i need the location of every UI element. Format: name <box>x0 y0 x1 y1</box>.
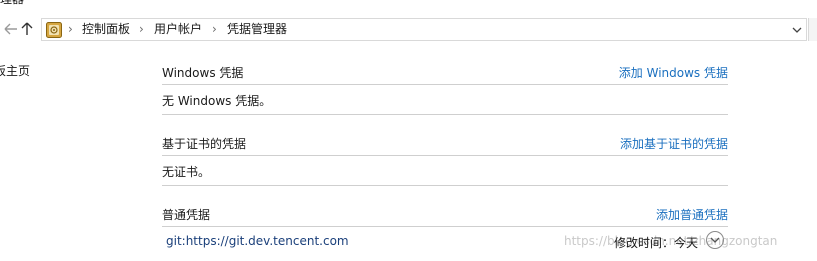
section-title: 基于证书的凭据 <box>162 137 247 151</box>
address-dropdown-button[interactable] <box>790 20 804 39</box>
section-title: Windows 凭据 <box>162 66 244 80</box>
chevron-down-icon <box>710 237 720 243</box>
add-windows-credential-link[interactable]: 添加 Windows 凭据 <box>619 64 728 81</box>
generic-credentials-header: 普通凭据 添加普通凭据 <box>162 204 728 227</box>
breadcrumb-separator: › <box>139 22 144 36</box>
expand-credential-button[interactable] <box>706 231 724 249</box>
breadcrumb-control-panel[interactable]: 控制面板 <box>82 19 130 40</box>
breadcrumb-user-accounts[interactable]: 用户帐户 <box>154 19 202 40</box>
empty-message: 无证书。 <box>162 165 211 179</box>
windows-credentials-empty: 无 Windows 凭据。 <box>162 86 728 115</box>
up-button[interactable] <box>18 19 36 39</box>
empty-message: 无 Windows 凭据。 <box>162 94 272 108</box>
windows-credentials-header: Windows 凭据 添加 Windows 凭据 <box>162 62 728 85</box>
certificate-credentials-header: 基于证书的凭据 添加基于证书的凭据 <box>162 133 728 156</box>
add-certificate-credential-link[interactable]: 添加基于证书的凭据 <box>620 135 728 152</box>
control-panel-icon <box>45 21 63 39</box>
refresh-button-edge[interactable] <box>808 18 817 41</box>
credential-name[interactable]: git:https://git.dev.tencent.com <box>166 234 349 248</box>
add-generic-credential-link[interactable]: 添加普通凭据 <box>656 206 728 223</box>
chevron-down-icon <box>792 27 802 33</box>
breadcrumb-credential-manager[interactable]: 凭据管理器 <box>227 19 287 40</box>
certificate-credentials-empty: 无证书。 <box>162 157 728 186</box>
section-title: 普通凭据 <box>162 208 211 222</box>
credential-modified-time: 修改时间：今天 <box>614 236 699 250</box>
breadcrumb-separator: › <box>212 22 217 36</box>
address-bar[interactable]: › 控制面板 › 用户帐户 › 凭据管理器 <box>41 18 807 41</box>
sidebar-item-control-panel-home[interactable]: 板主页 <box>0 63 30 79</box>
up-arrow-icon <box>21 22 33 35</box>
credential-manager-window: 理器 › 控制面板 › 用户帐户 › 凭据管理器 <box>0 0 817 261</box>
credential-list-item[interactable]: git:https://git.dev.tencent.com 修改时间：今天 <box>162 230 728 256</box>
window-title: 理器 <box>0 0 24 6</box>
back-arrow-icon <box>4 23 17 35</box>
breadcrumb-separator: › <box>68 22 73 36</box>
